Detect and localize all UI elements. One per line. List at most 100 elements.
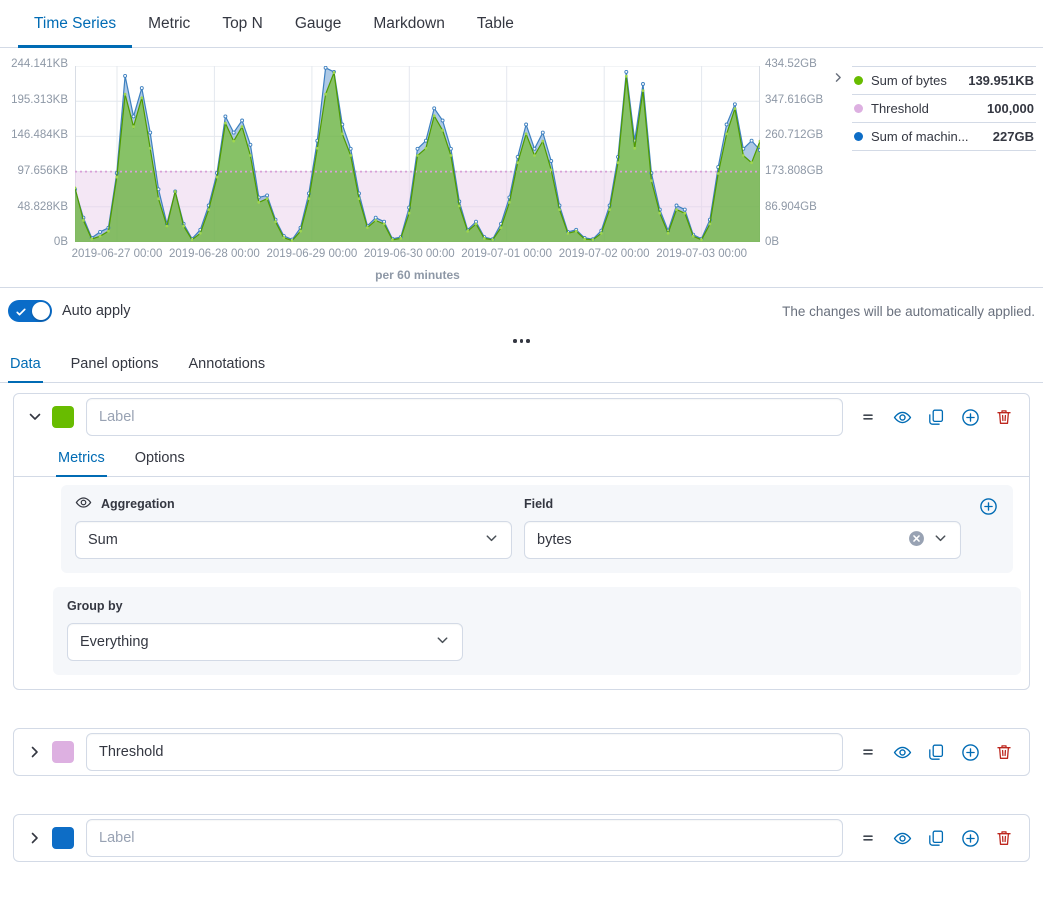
toggle-series-visibility-button[interactable] bbox=[891, 741, 913, 763]
chevron-down-icon bbox=[435, 633, 450, 652]
chevron-down-icon bbox=[933, 531, 948, 550]
series-tab-options[interactable]: Options bbox=[133, 442, 187, 477]
editor-tab-data[interactable]: Data bbox=[8, 348, 43, 383]
drag-handle-icon[interactable] bbox=[857, 827, 879, 849]
delete-series-button[interactable] bbox=[993, 827, 1015, 849]
left-axis-tick: 244.141KB bbox=[11, 59, 68, 71]
left-axis-tick: 195.313KB bbox=[11, 95, 68, 107]
drag-handle-icon[interactable] bbox=[857, 406, 879, 428]
right-axis-tick: 434.52GB bbox=[765, 59, 817, 71]
group-by-section: Group by Everything bbox=[53, 587, 1021, 675]
legend-value: 227GB bbox=[993, 129, 1034, 144]
left-axis-tick: 97.656KB bbox=[17, 166, 68, 178]
x-axis-tick: 2019-07-02 00:00 bbox=[552, 248, 656, 260]
x-axis-caption: per 60 minutes bbox=[75, 268, 760, 282]
legend-label: Sum of bytes bbox=[871, 73, 960, 88]
auto-apply-row: Auto apply The changes will be automatic… bbox=[0, 288, 1043, 334]
series-card-header bbox=[14, 394, 1029, 440]
series-color-swatch[interactable] bbox=[52, 406, 74, 428]
x-axis-tick: 2019-07-01 00:00 bbox=[455, 248, 559, 260]
series-color-swatch[interactable] bbox=[52, 741, 74, 763]
chevron-right-icon bbox=[832, 71, 845, 87]
chart-plot[interactable] bbox=[75, 66, 760, 242]
metrics-section: Aggregation Sum Field bytes bbox=[61, 485, 1013, 573]
delete-series-button[interactable] bbox=[993, 741, 1015, 763]
left-axis: 244.141KB 195.313KB 146.484KB 97.656KB 48.82… bbox=[0, 59, 68, 249]
expand-series-button[interactable] bbox=[22, 827, 48, 849]
series-card: Metrics Options Aggregation Sum Field bytes Gr… bbox=[13, 393, 1030, 690]
group-by-label: Group by bbox=[67, 599, 123, 613]
group-by-value: Everything bbox=[80, 634, 149, 650]
right-axis-tick: 173.808GB bbox=[765, 166, 823, 178]
view-tab-metric[interactable]: Metric bbox=[132, 0, 206, 48]
series-card bbox=[13, 728, 1030, 776]
series-card-header bbox=[14, 815, 1029, 861]
editor-tab-annotations[interactable]: Annotations bbox=[187, 348, 268, 383]
aggregation-label: Aggregation bbox=[101, 497, 175, 511]
series-card bbox=[13, 814, 1030, 862]
legend-item[interactable]: Threshold100,000 bbox=[852, 94, 1036, 122]
series-color-swatch[interactable] bbox=[52, 827, 74, 849]
series-inner-tabs: Metrics Options bbox=[14, 442, 1029, 477]
field-combobox[interactable]: bytes bbox=[524, 521, 961, 559]
x-axis-tick: 2019-06-29 00:00 bbox=[260, 248, 364, 260]
chart-panel: 244.141KB 195.313KB 146.484KB 97.656KB 48.82… bbox=[0, 48, 1043, 288]
clone-series-button[interactable] bbox=[925, 406, 947, 428]
right-axis-tick: 347.616GB bbox=[765, 95, 823, 107]
chart-legend: Sum of bytes139.951KBThreshold100,000Sum… bbox=[852, 66, 1036, 151]
check-icon bbox=[15, 305, 27, 317]
series-tab-metrics[interactable]: Metrics bbox=[56, 442, 107, 477]
clear-selection-icon[interactable] bbox=[908, 530, 925, 551]
series-label-input[interactable] bbox=[86, 398, 843, 436]
view-tab-time-series[interactable]: Time Series bbox=[18, 0, 132, 48]
add-series-button[interactable] bbox=[959, 406, 981, 428]
series-label-input[interactable] bbox=[86, 819, 843, 857]
add-series-button[interactable] bbox=[959, 827, 981, 849]
drag-handle-icon[interactable] bbox=[857, 741, 879, 763]
series-label-input[interactable] bbox=[86, 733, 843, 771]
legend-color-dot bbox=[854, 76, 863, 85]
add-metric-button[interactable] bbox=[977, 495, 999, 517]
legend-item[interactable]: Sum of bytes139.951KB bbox=[852, 66, 1036, 94]
right-axis-tick: 260.712GB bbox=[765, 130, 823, 142]
view-tab-markdown[interactable]: Markdown bbox=[357, 0, 461, 48]
series-list: Metrics Options Aggregation Sum Field bytes Gr… bbox=[0, 383, 1043, 862]
clone-series-button[interactable] bbox=[925, 827, 947, 849]
clone-series-button[interactable] bbox=[925, 741, 947, 763]
legend-item[interactable]: Sum of machin... 227GB bbox=[852, 122, 1036, 151]
panel-resize-handle[interactable] bbox=[0, 334, 1043, 348]
delete-series-button[interactable] bbox=[993, 406, 1015, 428]
left-axis-tick: 146.484KB bbox=[11, 130, 68, 142]
right-axis: 434.52GB347.616GB260.712GB173.808GB86.90… bbox=[765, 59, 835, 249]
eye-icon bbox=[75, 494, 92, 514]
add-series-button[interactable] bbox=[959, 741, 981, 763]
auto-apply-toggle[interactable] bbox=[8, 300, 52, 322]
editor-tabs: Data Panel options Annotations bbox=[0, 348, 1043, 383]
aggregation-value: Sum bbox=[88, 532, 118, 548]
legend-label: Sum of machin... bbox=[871, 129, 985, 144]
expand-series-button[interactable] bbox=[22, 741, 48, 763]
x-axis-tick: 2019-06-30 00:00 bbox=[357, 248, 461, 260]
aggregation-select[interactable]: Sum bbox=[75, 521, 512, 559]
right-axis-tick: 0B bbox=[765, 237, 779, 249]
x-axis-labels: 2019-06-27 00:002019-06-28 00:002019-06-… bbox=[75, 248, 760, 262]
collapse-series-button[interactable] bbox=[22, 406, 48, 428]
legend-color-dot bbox=[854, 104, 863, 113]
view-tab-gauge[interactable]: Gauge bbox=[279, 0, 358, 48]
legend-color-dot bbox=[854, 132, 863, 141]
view-tab-table[interactable]: Table bbox=[461, 0, 530, 48]
editor-tab-panel-options[interactable]: Panel options bbox=[69, 348, 161, 383]
chevron-down-icon bbox=[484, 531, 499, 550]
auto-apply-hint: The changes will be automatically applie… bbox=[782, 304, 1035, 319]
x-axis-tick: 2019-06-27 00:00 bbox=[65, 248, 169, 260]
x-axis-tick: 2019-06-28 00:00 bbox=[162, 248, 266, 260]
series-card-header bbox=[14, 729, 1029, 775]
toggle-series-visibility-button[interactable] bbox=[891, 827, 913, 849]
field-label: Field bbox=[524, 497, 553, 511]
view-tab-top-n[interactable]: Top N bbox=[206, 0, 279, 48]
legend-collapse-button[interactable] bbox=[829, 70, 847, 88]
group-by-select[interactable]: Everything bbox=[67, 623, 463, 661]
x-axis-tick: 2019-07-03 00:00 bbox=[650, 248, 754, 260]
left-axis-tick: 48.828KB bbox=[17, 202, 68, 214]
toggle-series-visibility-button[interactable] bbox=[891, 406, 913, 428]
